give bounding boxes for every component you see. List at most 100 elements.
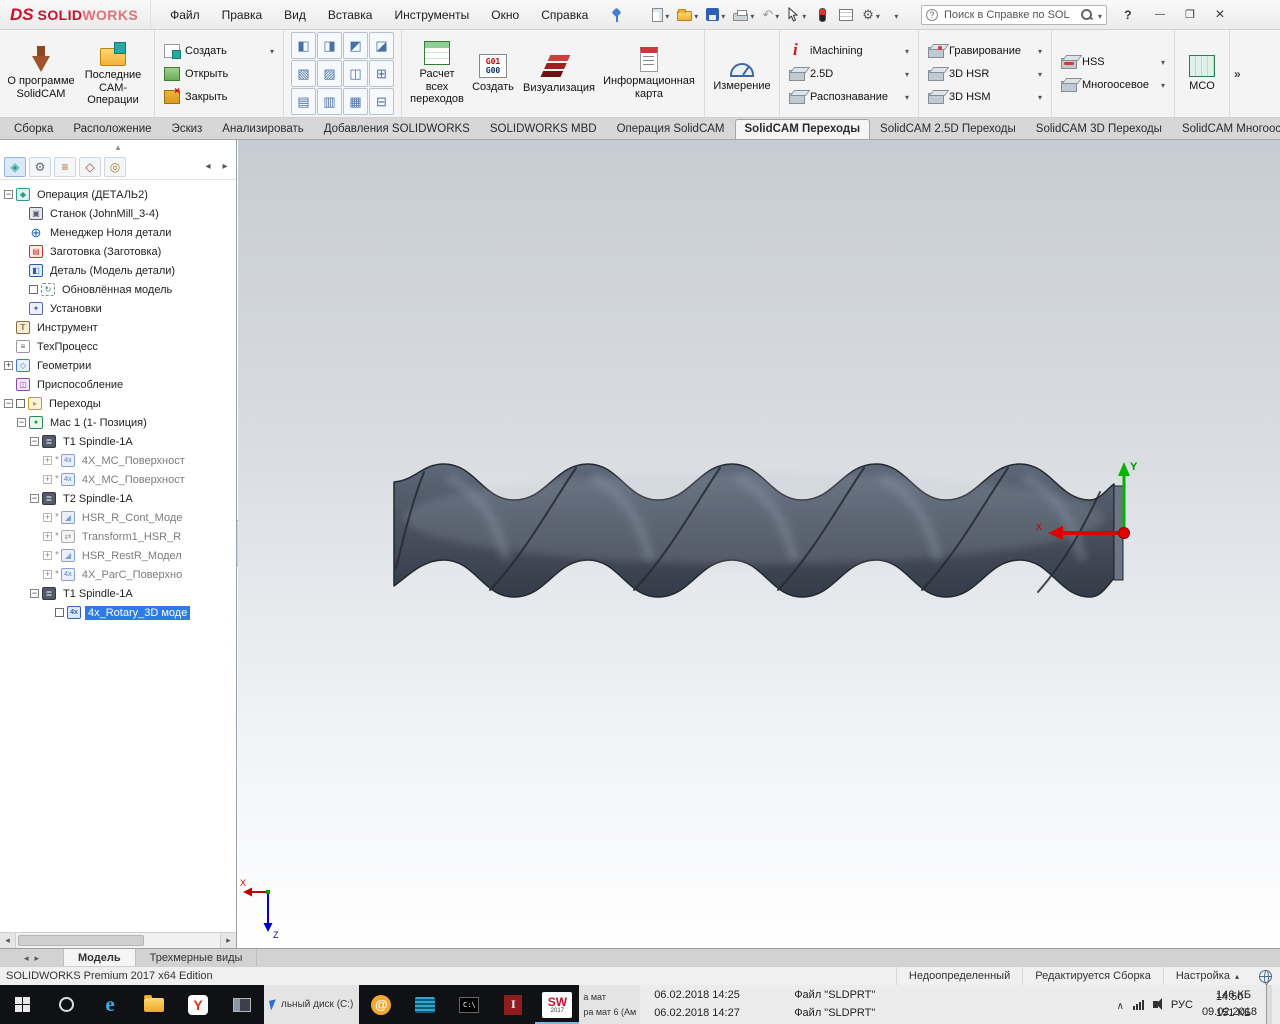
language-indicator[interactable]: РУС: [1171, 999, 1193, 1011]
tree-item[interactable]: + HSR_RestR_Модел: [0, 546, 236, 565]
configurationmanager-tab-icon[interactable]: [54, 156, 76, 177]
cam-strategy-button[interactable]: 3D HSR: [924, 65, 1046, 83]
expander-icon[interactable]: +: [43, 513, 52, 522]
network-icon[interactable]: [1132, 999, 1144, 1010]
ribbon-tab[interactable]: Сборка: [4, 119, 63, 139]
status-light-button[interactable]: [811, 3, 833, 27]
cam-file-op-button[interactable]: Создать: [160, 42, 278, 60]
taskbar-console-button[interactable]: C:\: [447, 985, 491, 1024]
taskbar-mail-agent-button[interactable]: @: [359, 985, 403, 1024]
tree-item[interactable]: − T2 Spindle-1A: [0, 489, 236, 508]
cam-strategy-button[interactable]: Гравирование: [924, 42, 1046, 60]
expander-icon[interactable]: −: [4, 399, 13, 408]
select-button[interactable]: [784, 3, 809, 27]
graphics-area[interactable]: Y X X Z: [238, 140, 1280, 948]
ribbon-tab[interactable]: SolidCAM Переходы: [734, 119, 871, 139]
cam-view-icon[interactable]: [343, 32, 368, 59]
tree-item[interactable]: Инструмент: [0, 318, 236, 337]
taskbar-yandex-button[interactable]: Y: [176, 985, 220, 1024]
mco-button[interactable]: MCO: [1180, 50, 1224, 98]
taskbar-app-button[interactable]: [220, 985, 264, 1024]
featuremanager-tab-icon[interactable]: [4, 156, 26, 177]
search-options-caret[interactable]: [1097, 8, 1102, 22]
new-document-button[interactable]: [649, 3, 672, 27]
cam-view-icon[interactable]: [317, 60, 342, 87]
cortana-search-button[interactable]: [44, 985, 88, 1024]
options-button[interactable]: ⚙: [859, 3, 883, 27]
menu-item[interactable]: Файл: [159, 0, 211, 29]
expander-icon[interactable]: +: [43, 532, 52, 541]
tree-item[interactable]: − Мас 1 (1- Позиция): [0, 413, 236, 432]
panel-collapse-arrow-icon[interactable]: [0, 140, 236, 154]
save-button[interactable]: [703, 3, 728, 27]
taskbar-media-button[interactable]: [403, 985, 447, 1024]
more-commands-button[interactable]: [885, 3, 907, 27]
restore-button[interactable]: [1175, 0, 1205, 29]
measure-button[interactable]: Измерение: [710, 50, 774, 98]
ribbon-tab[interactable]: Эскиз: [162, 119, 213, 139]
cam-view-icon[interactable]: [369, 88, 394, 115]
search-icon[interactable]: [1080, 8, 1093, 21]
gcode-create-button[interactable]: G01 G00 Создать: [467, 49, 519, 99]
start-button[interactable]: [0, 985, 44, 1024]
open-button[interactable]: [674, 3, 701, 27]
expander-icon[interactable]: −: [30, 494, 39, 503]
expander-icon[interactable]: −: [30, 437, 39, 446]
cam-strategy-button[interactable]: 2.5D: [785, 65, 913, 83]
cam-view-icon[interactable]: [317, 32, 342, 59]
expander-icon[interactable]: −: [30, 589, 39, 598]
show-desktop-button[interactable]: [1266, 985, 1272, 1024]
tree-item[interactable]: + 4X_ParC_Поверхно: [0, 565, 236, 584]
tree-item[interactable]: − T1 Spindle-1A: [0, 432, 236, 451]
ribbon-tab[interactable]: Анализировать: [212, 119, 313, 139]
cam-view-icon[interactable]: [369, 60, 394, 87]
tree-item[interactable]: + Геометрии: [0, 356, 236, 375]
tree-item[interactable]: Приспособление: [0, 375, 236, 394]
pin-icon[interactable]: [609, 8, 623, 22]
close-button[interactable]: [1205, 0, 1235, 29]
expander-icon[interactable]: +: [43, 475, 52, 484]
cam-view-icon[interactable]: [291, 32, 316, 59]
cam-view-icon[interactable]: [343, 88, 368, 115]
ribbon-tab[interactable]: SOLIDWORKS MBD: [480, 119, 607, 139]
document-tab[interactable]: Модель: [64, 949, 136, 966]
minimize-button[interactable]: [1145, 0, 1175, 29]
cam-strategy-button[interactable]: Многоосевое: [1057, 76, 1169, 94]
tree-item[interactable]: − Операция (ДЕТАЛЬ2): [0, 185, 236, 204]
cam-view-icon[interactable]: [343, 60, 368, 87]
tree-item[interactable]: Заготовка (Заготовка): [0, 242, 236, 261]
tree-item[interactable]: Деталь (Модель детали): [0, 261, 236, 280]
ribbon-tab[interactable]: Операция SolidCAM: [607, 119, 735, 139]
expander-icon[interactable]: −: [4, 190, 13, 199]
taskbar-explorer-button[interactable]: [132, 985, 176, 1024]
tray-chevron-icon[interactable]: [1117, 998, 1124, 1012]
tree-item[interactable]: ТехПроцесс: [0, 337, 236, 356]
scrollbar-track[interactable]: [16, 933, 220, 948]
tree-item[interactable]: + Transform1_HSR_R: [0, 527, 236, 546]
expander-icon[interactable]: −: [17, 418, 26, 427]
menu-item[interactable]: Правка: [211, 0, 274, 29]
cam-file-op-button[interactable]: Открыть: [160, 65, 278, 83]
tree-checkbox[interactable]: [29, 285, 38, 294]
menu-item[interactable]: Инструменты: [383, 0, 480, 29]
help-button[interactable]: [1117, 4, 1139, 26]
volume-icon[interactable]: [1152, 998, 1162, 1010]
expander-icon[interactable]: +: [4, 361, 13, 370]
propertymanager-tab-icon[interactable]: [29, 156, 51, 177]
undo-button[interactable]: ↶: [759, 3, 782, 27]
ribbon-tab[interactable]: SolidCAM 2.5D Переходы: [870, 119, 1026, 139]
custom-status-menu[interactable]: Настройка: [1162, 967, 1251, 985]
scroll-left-icon[interactable]: [0, 933, 16, 948]
tree-item[interactable]: Установки: [0, 299, 236, 318]
tree-item[interactable]: Менеджер Ноля детали: [0, 223, 236, 242]
displaymanager-tab-icon[interactable]: [104, 156, 126, 177]
panel-arrow-left-icon[interactable]: [201, 158, 215, 176]
ribbon-tab[interactable]: SolidCAM 3D Переходы: [1026, 119, 1172, 139]
tree-item[interactable]: + HSR_R_Cont_Моде: [0, 508, 236, 527]
cam-strategy-button[interactable]: Распознавание: [785, 88, 913, 106]
recent-cam-operations-button[interactable]: Последние CAM-Операции: [77, 35, 149, 112]
scroll-right-icon[interactable]: [220, 933, 236, 948]
ribbon-tab[interactable]: Добавления SOLIDWORKS: [314, 119, 480, 139]
taskbar-solidworks-button[interactable]: SW 2017: [535, 985, 579, 1024]
calculate-all-button[interactable]: Расчет всех переходов: [407, 36, 467, 111]
